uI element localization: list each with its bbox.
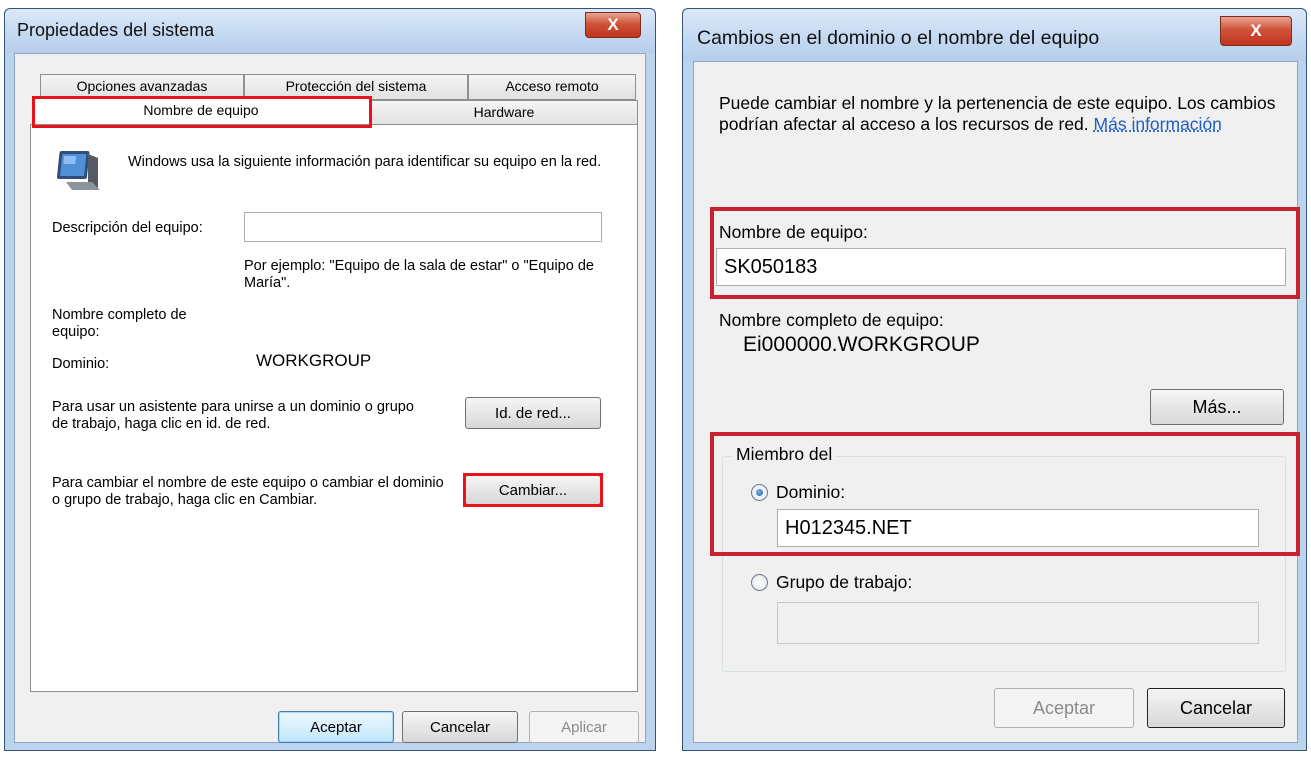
network-id-text: Para usar un asistente para unirse a un …: [52, 399, 414, 432]
change-text: Para cambiar el nombre de este equipo o …: [52, 475, 444, 508]
computer-icon: [52, 148, 104, 194]
close-button[interactable]: X: [585, 12, 641, 38]
description-label: Descripción del equipo:: [52, 220, 203, 236]
tab-label: Hardware: [473, 104, 535, 120]
full-name-label: Nombre completo de equipo:: [52, 307, 187, 340]
window-title: Propiedades del sistema: [17, 20, 215, 40]
tab-label: Protección del sistema: [285, 78, 427, 94]
window-title: Cambios en el dominio o el nombre del eq…: [697, 27, 1100, 49]
cancel-button[interactable]: Cancelar: [402, 711, 518, 743]
highlight-member-of: [710, 432, 1300, 556]
more-button[interactable]: Más...: [1150, 389, 1284, 425]
tab-hardware[interactable]: Hardware: [370, 100, 638, 126]
highlight-computer-name: [710, 207, 1300, 299]
title-bar[interactable]: Propiedades del sistema X: [5, 9, 655, 53]
highlight-change-button: [463, 473, 603, 507]
workgroup-radio[interactable]: [751, 574, 768, 591]
more-info-link[interactable]: Más información: [1094, 114, 1222, 134]
tab-label: Opciones avanzadas: [76, 78, 208, 94]
full-name-value: Ei000000.WORKGROUP: [743, 333, 980, 356]
highlight-tab-computer-name: [32, 96, 372, 128]
tab-remote-access[interactable]: Acceso remoto: [468, 74, 636, 100]
intro-text: Windows usa la siguiente información par…: [128, 154, 602, 170]
workgroup-input[interactable]: [777, 602, 1259, 644]
full-name-label: Nombre completo de equipo:: [719, 310, 944, 330]
network-id-button[interactable]: Id. de red...: [465, 397, 601, 429]
example-text: Por ejemplo: "Equipo de la sala de estar…: [244, 258, 594, 291]
title-bar[interactable]: Cambios en el dominio o el nombre del eq…: [683, 9, 1306, 61]
tab-label: Acceso remoto: [505, 78, 599, 94]
workgroup-radio-label[interactable]: Grupo de trabajo:: [776, 572, 912, 592]
close-button[interactable]: X: [1220, 16, 1292, 46]
intro-text: Puede cambiar el nombre y la pertenencia…: [719, 93, 1279, 135]
cancel-button[interactable]: Cancelar: [1147, 688, 1285, 728]
domain-label: Dominio:: [52, 356, 110, 372]
ok-button[interactable]: Aceptar: [278, 711, 394, 743]
description-input[interactable]: [244, 212, 602, 242]
domain-value: WORKGROUP: [256, 351, 372, 370]
apply-button[interactable]: Aplicar: [529, 711, 639, 743]
ok-button[interactable]: Aceptar: [994, 688, 1134, 728]
